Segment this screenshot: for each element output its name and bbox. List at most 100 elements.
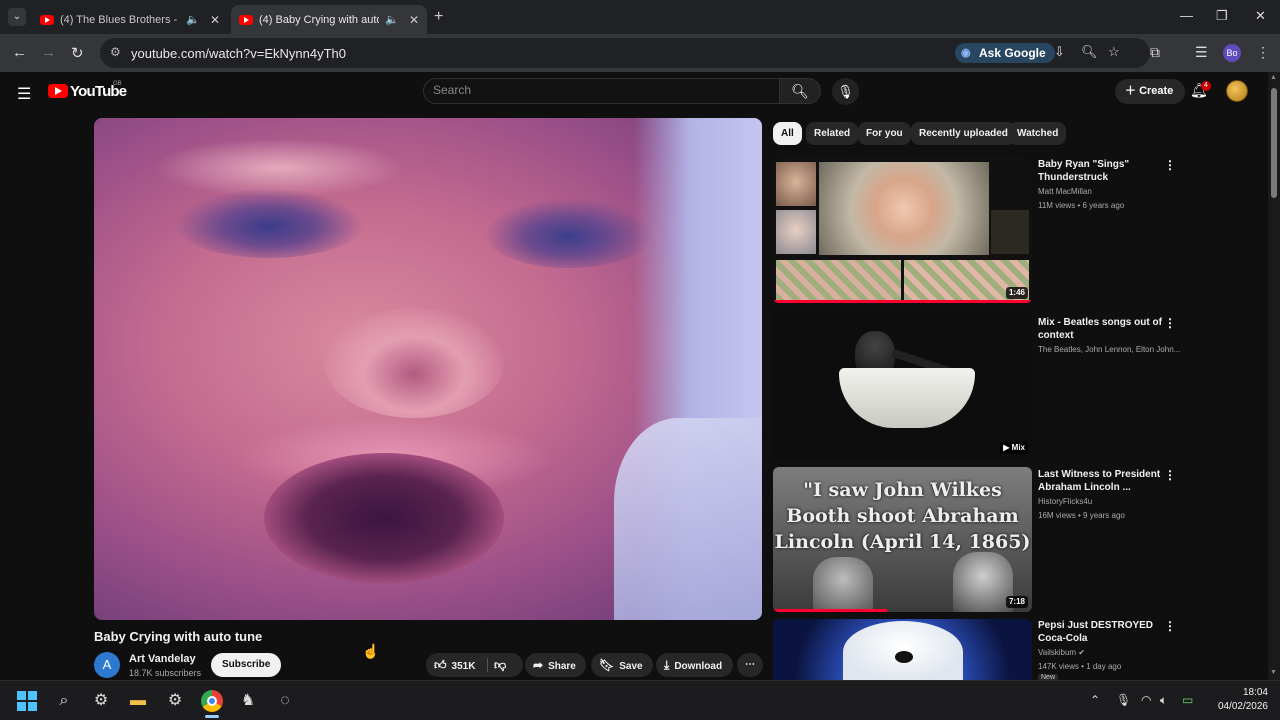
- search-taskbar-icon[interactable]: ⌕: [53, 690, 75, 712]
- thumb-tile: [776, 260, 901, 300]
- reading-list-icon[interactable]: ☰: [1195, 44, 1208, 61]
- chip-recently-uploaded[interactable]: Recently uploaded: [911, 122, 1016, 145]
- volume-icon[interactable]: 🔈︎: [1160, 693, 1167, 708]
- rec-title-1[interactable]: Baby Ryan "Sings" Thunderstruck: [1038, 158, 1163, 184]
- url-text[interactable]: youtube.com/watch?v=EkNynn4yTh0: [131, 46, 346, 61]
- active-app-indicator: [205, 715, 219, 718]
- tab-list-chevron-icon[interactable]: ⌄: [8, 8, 26, 26]
- tab-baby-crying[interactable]: (4) Baby Crying with auto tune 🔈 ✕: [231, 5, 427, 34]
- clock-date: 04/02/2026: [1217, 701, 1268, 712]
- thumbs-up-icon: 👍︎: [434, 658, 447, 672]
- wifi-icon[interactable]: ◠: [1141, 693, 1151, 707]
- search-input[interactable]: [433, 83, 763, 97]
- rec-channel-3[interactable]: HistoryFlicks4u: [1038, 497, 1092, 506]
- speaker-icon[interactable]: 🔈: [186, 13, 200, 26]
- thumb-bathtub: [839, 368, 975, 428]
- profile-avatar[interactable]: Bo: [1223, 44, 1241, 62]
- reload-icon[interactable]: ↻: [71, 44, 84, 62]
- restore-icon[interactable]: ❐: [1216, 8, 1228, 24]
- chip-for-you[interactable]: For you: [858, 122, 911, 145]
- hollow-knight-icon[interactable]: ♞: [237, 690, 259, 712]
- file-explorer-folder-icon[interactable]: ▬: [127, 690, 149, 712]
- rec-channel-2[interactable]: The Beatles, John Lennon, Elton John...: [1038, 345, 1180, 354]
- chip-all[interactable]: All: [773, 122, 802, 145]
- rec-title-4[interactable]: Pepsi Just DESTROYED Coca-Cola: [1038, 619, 1163, 645]
- install-app-icon[interactable]: ⇩: [1054, 44, 1065, 60]
- tab-blues-brothers[interactable]: (4) The Blues Brothers - She Caught the …: [32, 5, 228, 34]
- rec-more-4-icon[interactable]: ⋮: [1164, 619, 1176, 633]
- bookmark-star-icon[interactable]: ☆: [1108, 44, 1120, 60]
- tray-microphone-icon[interactable]: 🎙︎: [1116, 693, 1131, 707]
- search-box[interactable]: [423, 78, 780, 104]
- video-frame-right-eye: [484, 198, 654, 268]
- channel-avatar[interactable]: A: [94, 652, 120, 678]
- subscribe-button[interactable]: Subscribe: [211, 653, 282, 677]
- extensions-puzzle-icon[interactable]: ⧉: [1150, 44, 1160, 61]
- zoom-search-icon[interactable]: 🔍︎: [1081, 44, 1098, 60]
- more-dots-icon: ⋯: [745, 659, 755, 670]
- video-frame-blanket: [614, 418, 762, 620]
- rec-thumbnail-3[interactable]: "I saw John Wilkes Booth shoot Abraham L…: [773, 467, 1032, 612]
- chip-related[interactable]: Related: [806, 122, 859, 145]
- like-button[interactable]: 👍︎ 351K: [434, 653, 475, 679]
- video-frame-nose: [324, 308, 504, 418]
- rec-channel-4[interactable]: Vailskibum ✔: [1038, 648, 1085, 657]
- rec-title-3[interactable]: Last Witness to President Abraham Lincol…: [1038, 468, 1163, 494]
- battery-icon[interactable]: ▭: [1182, 693, 1193, 707]
- system-clock[interactable]: 18:04 04/02/2026: [1212, 686, 1268, 714]
- ask-google-label: Ask Google: [979, 46, 1046, 60]
- scrollbar-thumb[interactable]: [1271, 88, 1277, 198]
- speaker-icon[interactable]: 🔈: [385, 13, 399, 26]
- dislike-button[interactable]: 👎︎: [494, 653, 506, 677]
- scroll-up-arrow-icon[interactable]: ▲: [1270, 74, 1277, 81]
- browser-menu-icon[interactable]: ⋮: [1256, 44, 1270, 61]
- app-shortcut-icon[interactable]: ◌: [274, 690, 296, 712]
- rec-thumbnail-4[interactable]: [773, 619, 1032, 681]
- thumb-tile: [991, 210, 1029, 254]
- video-frame-mouth: [264, 453, 504, 583]
- share-button[interactable]: ➦ Share: [525, 653, 586, 677]
- voice-search-button[interactable]: 🎙︎: [832, 78, 859, 105]
- chip-watched[interactable]: Watched: [1009, 122, 1067, 145]
- address-bar[interactable]: ⚙ youtube.com/watch?v=EkNynn4yTh0 ◉ Ask …: [100, 38, 1150, 68]
- tray-chevron-up-icon[interactable]: ⌃: [1090, 693, 1100, 707]
- share-arrow-icon: ➦: [533, 658, 544, 672]
- chrome-icon[interactable]: [201, 690, 223, 712]
- download-button[interactable]: ⤓ Download: [656, 653, 734, 677]
- search-button[interactable]: 🔍︎: [779, 78, 821, 104]
- steam-icon[interactable]: ⚙: [90, 690, 112, 712]
- rec-thumbnail-1[interactable]: 1:46: [773, 158, 1032, 303]
- rec-more-2-icon[interactable]: ⋮: [1164, 316, 1176, 330]
- close-tab-icon[interactable]: ✕: [409, 13, 419, 27]
- rec-title-2[interactable]: Mix - Beatles songs out of context: [1038, 316, 1163, 342]
- bookmark-icon: 🔖︎: [599, 658, 615, 672]
- thumb-tile: [819, 162, 989, 255]
- ask-google-button[interactable]: ◉ Ask Google: [955, 43, 1055, 63]
- rec-more-1-icon[interactable]: ⋮: [1164, 158, 1176, 172]
- channel-name[interactable]: Art Vandelay: [129, 653, 196, 665]
- watch-progress-bar: [773, 609, 887, 612]
- like-divider: [487, 658, 488, 672]
- settings-gear-icon[interactable]: ⚙: [164, 690, 186, 712]
- video-player[interactable]: [94, 118, 762, 620]
- scroll-down-arrow-icon[interactable]: ▼: [1270, 669, 1277, 676]
- rec-thumbnail-2[interactable]: ▶ Mix: [773, 313, 1032, 458]
- thumb-tile: [776, 162, 816, 206]
- thumbs-down-icon: 👎︎: [494, 658, 507, 672]
- more-actions-button[interactable]: ⋯: [737, 653, 763, 677]
- windows-start-icon[interactable]: [17, 691, 37, 711]
- hamburger-menu-icon[interactable]: ☰: [17, 84, 31, 104]
- save-button[interactable]: 🔖︎ Save: [591, 653, 653, 677]
- close-window-icon[interactable]: ✕: [1255, 8, 1266, 24]
- new-tab-plus-icon[interactable]: +: [434, 8, 443, 26]
- back-arrow-icon[interactable]: ←: [12, 44, 27, 61]
- minimize-icon[interactable]: —: [1180, 8, 1193, 23]
- rec-channel-1[interactable]: Matt MacMillan: [1038, 187, 1092, 196]
- account-avatar[interactable]: [1226, 80, 1248, 102]
- create-button[interactable]: ＋ Create: [1115, 79, 1186, 104]
- forward-arrow-icon[interactable]: →: [41, 44, 56, 61]
- close-tab-icon[interactable]: ✕: [210, 13, 220, 27]
- site-info-icon[interactable]: ⚙: [110, 45, 121, 59]
- rec-more-3-icon[interactable]: ⋮: [1164, 468, 1176, 482]
- youtube-logo-icon[interactable]: [48, 84, 68, 98]
